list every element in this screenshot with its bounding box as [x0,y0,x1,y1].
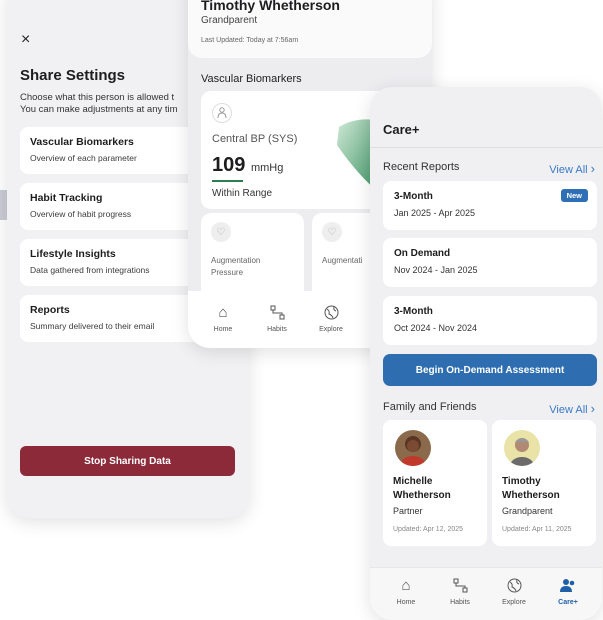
profile-header: Timothy Whetherson Grandparent Last Upda… [188,0,432,58]
nav-habits[interactable]: Habits [433,568,487,620]
share-settings-title: Share Settings [20,67,126,84]
profile-role: Grandparent [201,15,258,26]
last-updated-text: Last Updated: Today at 7:56am [201,37,299,44]
biomarkers-section-title: Vascular Biomarkers [201,73,302,85]
habits-icon [270,305,285,321]
description-line-2: You can make adjustments at any tim [20,104,178,115]
nav-home[interactable]: ⌂ Home [196,291,250,348]
member-relation: Grandparent [502,506,553,516]
member-first-name: Michelle [393,476,433,487]
bp-unit: mmHg [250,162,284,174]
new-badge: New [560,189,588,202]
nav-explore[interactable]: Explore [304,291,358,348]
description-line-1: Choose what this person is allowed t [20,92,175,103]
begin-assessment-button[interactable]: Begin On-Demand Assessment [383,354,597,386]
view-all-label: View All [549,404,588,416]
report-range: Nov 2024 - Jan 2025 [394,265,478,275]
nav-care-plus[interactable]: Care+ [541,568,595,620]
report-range: Jan 2025 - Apr 2025 [394,208,476,218]
people-icon [560,578,576,594]
nav-home[interactable]: ⌂ Home [379,568,433,620]
heart-icon: ♡ [211,222,231,242]
avatar [395,430,431,466]
nav-explore[interactable]: Explore [487,568,541,620]
globe-icon [507,578,522,594]
bottom-nav: ⌂ Home Habits Explore Care+ [370,567,602,620]
report-title: 3-Month [394,306,433,317]
report-title: 3-Month [394,191,433,202]
close-icon[interactable]: × [21,32,30,48]
member-last-name: Whetherson [393,490,451,501]
family-member-card[interactable]: Michelle Whetherson Partner Updated: Apr… [383,420,487,546]
avatar [504,430,540,466]
nav-habits[interactable]: Habits [250,291,304,348]
heart-icon: ♡ [322,222,342,242]
screenshot-stage: × Share Settings Choose what this person… [0,0,603,620]
report-card[interactable]: 3-Month Oct 2024 - Nov 2024 [383,296,597,345]
member-relation: Partner [393,506,423,516]
member-last-name: Whetherson [502,490,560,501]
metric-label: Augmentation Pressure [211,255,260,279]
family-member-card[interactable]: Timothy Whetherson Grandparent Updated: … [492,420,596,546]
metric-label-line-1: Augmentati [322,256,363,265]
report-range: Oct 2024 - Nov 2024 [394,323,478,333]
share-settings-description: Choose what this person is allowed t You… [20,92,178,116]
member-name: Michelle Whetherson [393,475,477,503]
metric-label-line-2: Pressure [211,268,244,277]
nav-label: Home [396,599,416,606]
care-title: Care+ [383,122,420,137]
central-bp-value: 109 mmHg [212,154,283,177]
chevron-right-icon: › [590,401,595,416]
home-icon: ⌂ [218,304,228,321]
nav-label: Care+ [558,599,578,606]
member-first-name: Timothy [502,476,541,487]
report-card[interactable]: 3-Month Jan 2025 - Apr 2025 New [383,181,597,230]
bp-number: 109 [212,154,246,176]
nav-label: Home [213,326,233,333]
member-updated: Updated: Apr 11, 2025 [502,526,572,533]
recent-reports-title: Recent Reports [383,161,460,173]
view-all-reports-link[interactable]: View All › [549,161,595,176]
recent-reports-header: Recent Reports View All › [383,161,595,176]
report-card[interactable]: On Demand Nov 2024 - Jan 2025 [383,238,597,287]
member-name: Timothy Whetherson [502,475,586,503]
report-title: On Demand [394,248,451,259]
bp-status: Within Range [212,188,273,199]
header-divider [370,147,602,148]
central-bp-label: Central BP (SYS) [212,133,298,145]
person-icon [212,103,232,123]
nav-label: Explore [319,326,343,333]
care-plus-screen: Care+ Recent Reports View All › 3-Month … [370,87,602,620]
profile-name: Timothy Whetherson [201,0,340,13]
stop-sharing-button[interactable]: Stop Sharing Data [20,446,235,476]
chevron-right-icon: › [590,161,595,176]
globe-icon [324,305,339,321]
member-updated: Updated: Apr 12, 2025 [393,526,464,533]
range-indicator-bar [212,180,243,182]
nav-label: Habits [267,326,287,333]
nav-label: Explore [502,599,526,606]
family-header: Family and Friends View All › [383,401,595,416]
metric-label-line-1: Augmentation [211,256,261,265]
view-all-label: View All [549,164,588,176]
home-icon: ⌂ [401,577,411,594]
metric-label: Augmentati [322,255,362,267]
family-title: Family and Friends [383,401,477,413]
nav-label: Habits [450,599,470,606]
habits-icon [453,578,468,594]
view-all-family-link[interactable]: View All › [549,401,595,416]
